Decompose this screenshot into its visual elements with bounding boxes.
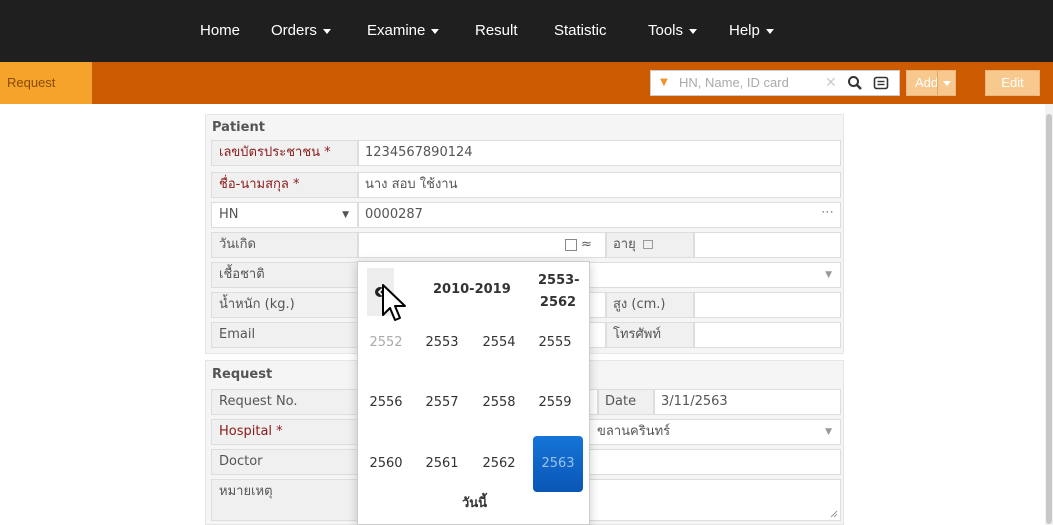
phone-label: โทรศัพท์: [606, 322, 694, 348]
id-card-icon[interactable]: [873, 75, 889, 91]
height-label: สูง (cm.): [606, 292, 694, 318]
chevron-down-icon: [765, 28, 774, 34]
year-2562[interactable]: 2562: [477, 441, 521, 487]
nav-orders-label: Orders: [271, 22, 317, 39]
search-icon[interactable]: [847, 75, 863, 91]
today-button[interactable]: วันนี้: [358, 492, 591, 513]
request-no-label: Request No.: [211, 389, 358, 415]
note-label: หมายเหตุ: [211, 479, 358, 521]
hospital-label: Hospital *: [211, 419, 358, 445]
add-dropdown-toggle[interactable]: [937, 71, 955, 95]
hn-value: 0000287: [365, 207, 423, 222]
resize-handle-icon[interactable]: [830, 510, 838, 518]
nav-help[interactable]: Help: [729, 0, 774, 62]
nav-examine[interactable]: Examine: [367, 0, 440, 62]
approx-checkbox[interactable]: [565, 239, 577, 251]
phone-field[interactable]: [694, 322, 841, 348]
top-navbar: Home Orders Examine Result Statistic Too…: [0, 0, 1053, 62]
scrollbar-thumb[interactable]: [1046, 114, 1052, 524]
year-2555[interactable]: 2555: [533, 320, 577, 366]
nav-statistic[interactable]: Statistic: [554, 0, 607, 62]
chevron-down-icon: ▼: [825, 270, 832, 280]
patient-section-title: Patient: [212, 120, 265, 135]
year-2556[interactable]: 2556: [364, 380, 408, 426]
chevron-down-icon: [431, 28, 440, 34]
search-input[interactable]: HN, Name, ID card: [679, 71, 789, 95]
nav-tools[interactable]: Tools: [648, 0, 698, 62]
nav-statistic-label: Statistic: [554, 22, 607, 39]
name-field[interactable]: นาง สอบ ใช้งาน: [358, 172, 841, 198]
age-label: อายุ: [613, 237, 636, 252]
email-label: Email: [211, 322, 358, 348]
approx-label: ≈: [581, 237, 592, 252]
nav-examine-label: Examine: [367, 22, 426, 39]
year-2563-selected[interactable]: 2563: [533, 436, 583, 492]
id-card-field[interactable]: 1234567890124: [358, 140, 841, 166]
year-2560[interactable]: 2560: [364, 441, 408, 487]
more-icon[interactable]: ⋯: [821, 201, 834, 225]
age-label-box: อายุ: [606, 232, 694, 258]
nav-help-label: Help: [729, 22, 760, 39]
weight-label: น้ำหนัก (kg.): [211, 292, 358, 318]
mouse-cursor-icon: [382, 284, 406, 321]
nav-orders[interactable]: Orders: [271, 0, 331, 62]
name-label: ชื่อ-นามสกุล *: [211, 172, 358, 198]
year-2561[interactable]: 2561: [420, 441, 464, 487]
century-label-line2: 2562: [539, 295, 577, 310]
chevron-down-icon: ▼: [342, 210, 349, 220]
page-scrollbar[interactable]: [1045, 104, 1053, 525]
toolbar: Request ▼ HN, Name, ID card ✕ Add Edit: [0, 62, 1053, 104]
doctor-label: Doctor: [211, 449, 358, 475]
nav-home[interactable]: Home: [200, 0, 240, 62]
search-dropdown-icon[interactable]: ▼: [651, 71, 677, 95]
patient-search[interactable]: ▼ HN, Name, ID card ✕: [650, 70, 900, 96]
dob-field[interactable]: ≈: [358, 232, 606, 258]
add-button-label: Add: [915, 75, 939, 90]
nav-tools-label: Tools: [648, 22, 684, 39]
tab-request[interactable]: Request: [0, 62, 92, 104]
nav-result[interactable]: Result: [475, 0, 518, 62]
age-field[interactable]: [694, 232, 841, 258]
hn-select[interactable]: HN ▼: [211, 202, 358, 228]
nationality-label: เชื้อชาติ: [211, 262, 358, 288]
nav-result-label: Result: [475, 22, 518, 39]
year-2553[interactable]: 2553: [420, 320, 464, 366]
chevron-down-icon: [689, 28, 698, 34]
edit-button[interactable]: Edit: [985, 70, 1040, 96]
clear-icon[interactable]: ✕: [825, 71, 837, 95]
height-field[interactable]: [694, 292, 841, 318]
year-2557[interactable]: 2557: [420, 380, 464, 426]
date-label: Date: [598, 389, 654, 415]
age-calc-icon[interactable]: [642, 240, 653, 249]
hn-field[interactable]: 0000287 ⋯: [358, 202, 841, 228]
century-label-line1: 2553-: [538, 273, 580, 288]
year-2559[interactable]: 2559: [533, 380, 577, 426]
year-2558[interactable]: 2558: [477, 380, 521, 426]
hospital-value: ขลานครินทร์: [597, 424, 671, 439]
chevron-down-icon: [322, 28, 331, 34]
chevron-down-icon: ▼: [825, 427, 832, 437]
hn-label: HN: [219, 207, 239, 222]
decade-label[interactable]: 2010-2019: [433, 282, 511, 297]
year-2552[interactable]: 2552: [364, 320, 408, 366]
id-card-label: เลขบัตรประชาชน *: [211, 140, 358, 166]
dob-label: วันเกิด: [211, 232, 358, 258]
century-label[interactable]: 2553- 2562: [538, 270, 580, 314]
add-button[interactable]: Add: [906, 70, 956, 96]
request-section-title: Request: [212, 367, 273, 382]
year-2554[interactable]: 2554: [477, 320, 521, 366]
date-field[interactable]: 3/11/2563: [654, 389, 841, 415]
nav-home-label: Home: [200, 22, 241, 39]
